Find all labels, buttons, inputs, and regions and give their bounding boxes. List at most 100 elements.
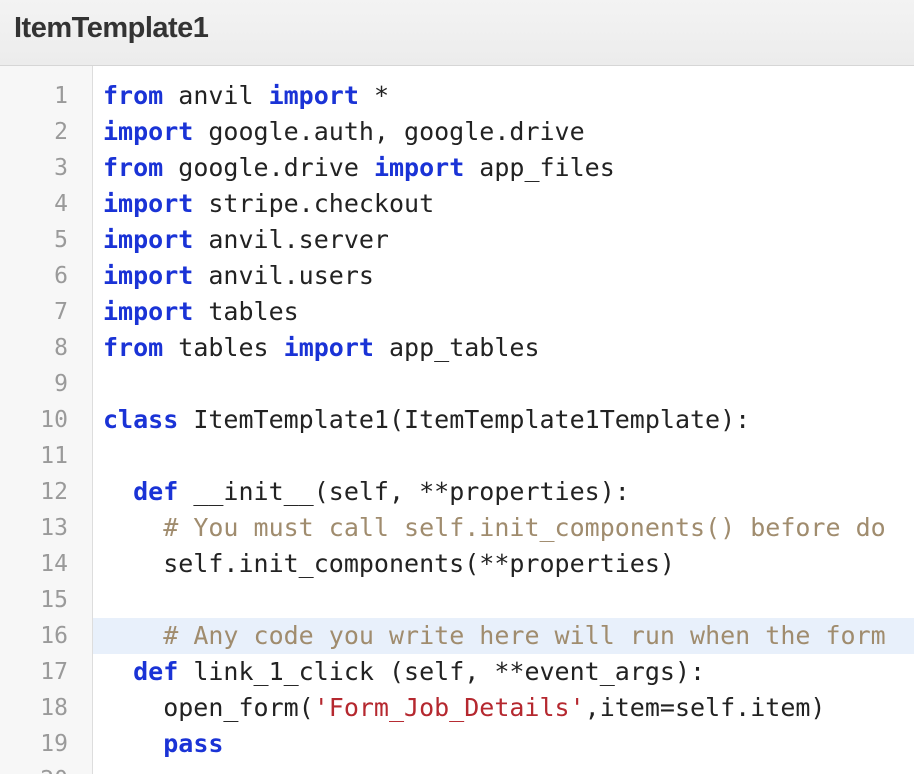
line-number: 9 [54,371,68,397]
code-line[interactable]: 17 def link_1_click (self, **event_args)… [0,654,914,690]
keyword-token: import [103,225,194,254]
code-text[interactable]: from anvil import * [93,78,914,114]
line-number: 3 [54,155,68,181]
keyword-token: import [103,117,194,146]
comment-token: # You must call self.init_components() b… [163,513,886,542]
code-text[interactable]: import google.auth, google.drive [93,114,914,150]
code-line[interactable]: 7 import tables [0,294,914,330]
code-line[interactable]: 13 # You must call self.init_components(… [0,510,914,546]
line-number: 20 [0,762,68,774]
line-number: 4 [54,191,68,217]
code-token: anvil.users [193,261,374,290]
code-line[interactable]: 6 import anvil.users [0,258,914,294]
code-text[interactable]: import anvil.server [93,222,914,258]
keyword-token: from [103,153,164,182]
code-token: * [358,81,389,110]
code-text[interactable]: from google.drive import app_files [93,150,914,186]
keyword-token: import [283,333,374,362]
code-line[interactable]: 9 [0,366,914,402]
code-line[interactable]: 14 self.init_components(**properties) [0,546,914,582]
code-text[interactable]: # You must call self.init_components() b… [93,510,914,546]
keyword-token: class [103,405,179,434]
code-token: google.auth, google.drive [193,117,585,146]
code-text[interactable]: open_form('Form_Job_Details',item=self.i… [93,690,914,726]
code-token: anvil.server [193,225,389,254]
code-text[interactable]: from tables import app_tables [93,330,914,366]
code-text[interactable]: import anvil.users [93,258,914,294]
code-token: link_1_click (self, **event_args): [178,657,706,686]
code-line[interactable]: 1 from anvil import * [0,78,914,114]
code-text[interactable] [93,582,914,618]
keyword-token: from [103,333,164,362]
keyword-token: from [103,81,164,110]
code-token: app_files [464,153,615,182]
line-number: 19 [40,731,68,757]
code-line[interactable]: 4 import stripe.checkout [0,186,914,222]
code-line[interactable]: 20 [0,762,914,774]
line-number: 5 [54,227,68,253]
code-token: ItemTemplate1(ItemTemplate1Template): [178,405,751,434]
code-token: open_form( [103,693,314,722]
code-line[interactable]: 16 # Any code you write here will run wh… [0,618,914,654]
code-token: stripe.checkout [193,189,435,218]
code-line[interactable]: 8 from tables import app_tables [0,330,914,366]
code-editor-window: ItemTemplate1 1 from anvil import * 2 impor… [0,0,914,774]
code-text[interactable]: self.init_components(**properties) [93,546,914,582]
string-token: 'Form_Job_Details' [313,693,585,722]
line-number: 17 [40,659,68,685]
code-line[interactable]: 19 pass [0,726,914,762]
code-token: self.init_components(**properties) [103,549,675,578]
code-lines[interactable]: 1 from anvil import * 2 import google.auth,… [0,78,914,774]
line-number: 7 [54,299,68,325]
line-number: 8 [54,335,68,361]
code-line[interactable]: 18 open_form('Form_Job_Details',item=sel… [0,690,914,726]
code-text[interactable]: import stripe.checkout [93,186,914,222]
keyword-token: import [268,81,359,110]
line-number: 11 [40,443,68,469]
line-number: 13 [40,515,68,541]
line-number: 16 [40,623,68,649]
line-number: 1 [54,83,68,109]
keyword-token: import [103,189,194,218]
line-number: 18 [40,695,68,721]
line-number: 2 [54,119,68,145]
code-line[interactable]: 10 class ItemTemplate1(ItemTemplate1Templ… [0,402,914,438]
keyword-token: import [103,297,194,326]
code-line[interactable]: 2 import google.auth, google.drive [0,114,914,150]
code-line[interactable]: 12 def __init__(self, **properties): [0,474,914,510]
keyword-token: import [103,261,194,290]
code-line[interactable]: 5 import anvil.server [0,222,914,258]
code-text[interactable] [93,366,914,402]
code-line[interactable]: 3 from google.drive import app_files [0,150,914,186]
code-token: __init__(self, **properties): [178,477,630,506]
keyword-token: def [133,477,179,506]
code-token: ,item=self.item) [584,693,826,722]
keyword-token: def [133,657,179,686]
keyword-token: import [373,153,465,182]
code-text[interactable]: pass [93,726,914,762]
code-text[interactable]: def __init__(self, **properties): [93,474,914,510]
code-token: tables [193,297,299,326]
line-number: 12 [40,479,68,505]
code-text[interactable] [93,438,914,474]
window-title: ItemTemplate1 [14,12,209,44]
code-text[interactable]: import tables [93,294,914,330]
code-text[interactable]: # Any code you write here will run when … [93,618,914,654]
code-text[interactable] [93,762,914,774]
line-number: 15 [40,587,68,613]
code-token: tables [163,333,284,362]
keyword-token: pass [163,729,224,758]
code-editor[interactable]: 1 from anvil import * 2 import google.auth,… [0,66,914,774]
line-number: 10 [40,407,68,433]
code-text[interactable]: class ItemTemplate1(ItemTemplate1Templat… [93,402,914,438]
code-line[interactable]: 11 [0,438,914,474]
line-number: 14 [40,551,68,577]
code-line[interactable]: 15 [0,582,914,618]
title-bar: ItemTemplate1 [0,0,914,66]
code-text[interactable]: def link_1_click (self, **event_args): [93,654,914,690]
line-number: 6 [54,263,68,289]
